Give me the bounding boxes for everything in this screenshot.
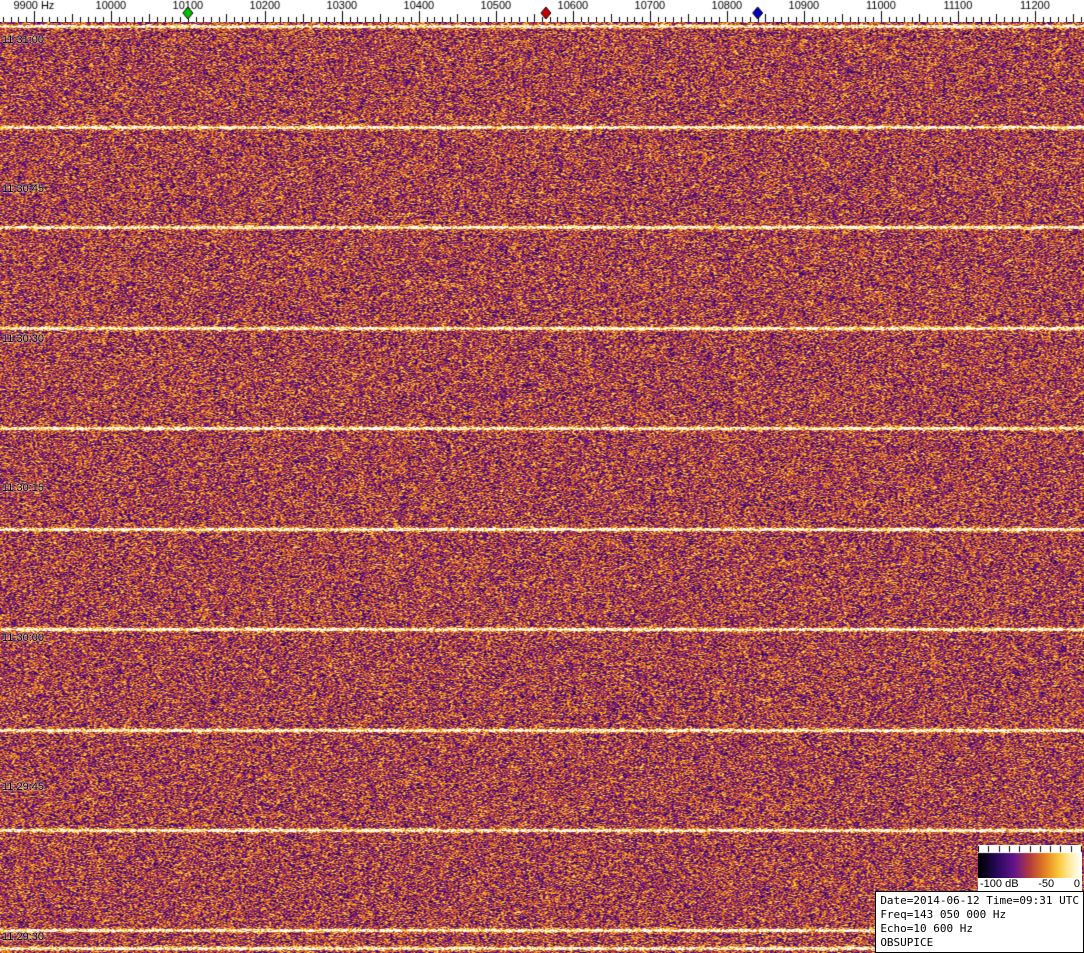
colorbar: -100 dB -50 0 <box>978 845 1082 891</box>
info-date-time: Date=2014-06-12 Time=09:31 UTC <box>880 894 1079 907</box>
colorbar-label-min: -100 dB <box>980 878 1019 890</box>
spectrogram-waterfall[interactable] <box>0 22 1084 953</box>
spectrogram-app: 11:31:00 11:30:45 11:30:30 11:30:15 11:30:00… <box>0 0 1084 953</box>
colorbar-gradient <box>978 845 1082 878</box>
colorbar-label-max: 0 <box>1073 878 1080 890</box>
colorbar-labels: -100 dB -50 0 <box>978 878 1082 891</box>
frequency-ruler[interactable] <box>0 0 1084 22</box>
info-frequency: Freq=143 050 000 Hz <box>880 908 1007 921</box>
info-box: Date=2014-06-12 Time=09:31 UTC Freq=143 … <box>875 891 1084 953</box>
info-station: OBSUPICE <box>880 936 934 949</box>
colorbar-label-mid: -50 <box>1038 878 1055 890</box>
info-echo: Echo=10 600 Hz <box>880 922 974 935</box>
